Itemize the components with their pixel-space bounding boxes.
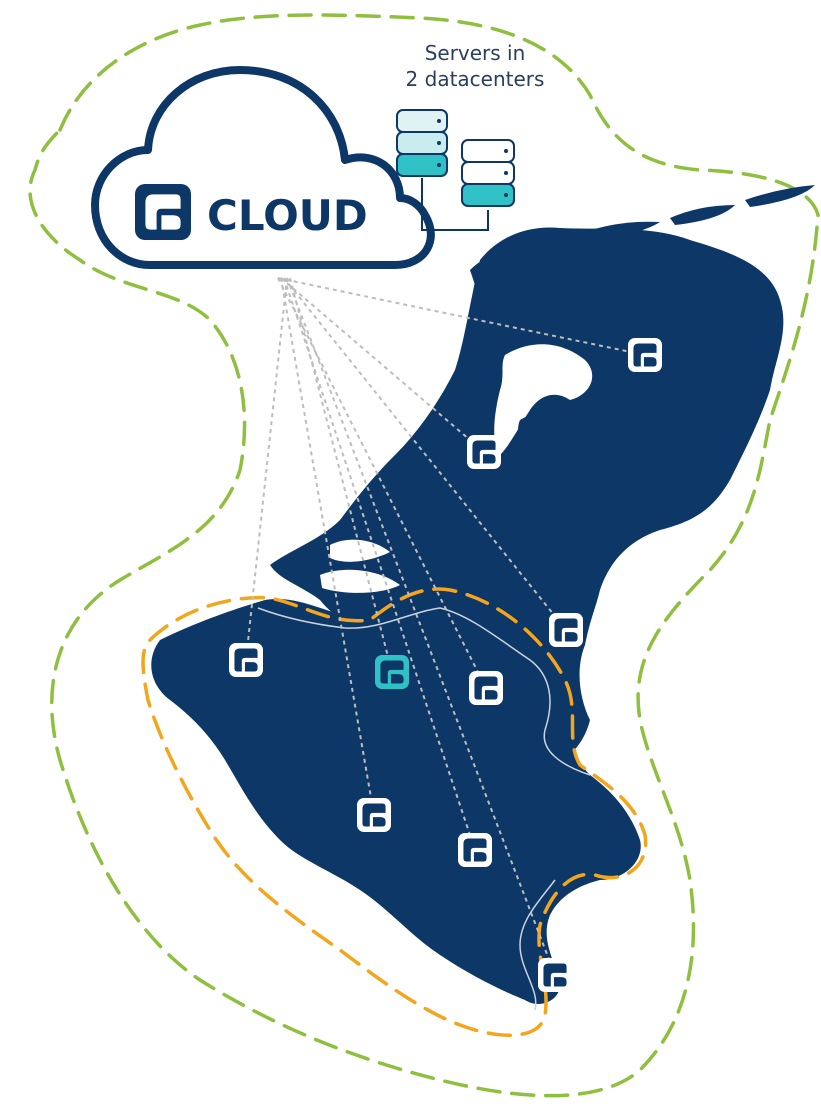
node-logo-icon <box>469 671 503 705</box>
cloud-logo-icon <box>135 184 191 240</box>
node-logo-icon <box>357 798 391 832</box>
node-logo-icon <box>538 958 572 992</box>
node-logo-icon <box>229 643 263 677</box>
server-stack-icon <box>461 139 515 207</box>
servers-caption-line1: Servers in <box>424 41 526 65</box>
node-logo-icon <box>628 338 662 372</box>
connector-line <box>280 277 485 453</box>
node-logo-icon <box>375 655 409 689</box>
cloud-label: CLOUD <box>207 191 368 240</box>
server-stack-icon <box>396 109 448 177</box>
servers-caption-line2: 2 datacenters <box>405 67 545 91</box>
node-logo-icon <box>458 833 492 867</box>
diagram-canvas: CLOUD <box>28 13 820 1098</box>
node-logo-icon <box>467 435 501 469</box>
node-logo-icon <box>549 613 583 647</box>
servers-caption: Servers in 2 datacenters <box>360 40 590 92</box>
